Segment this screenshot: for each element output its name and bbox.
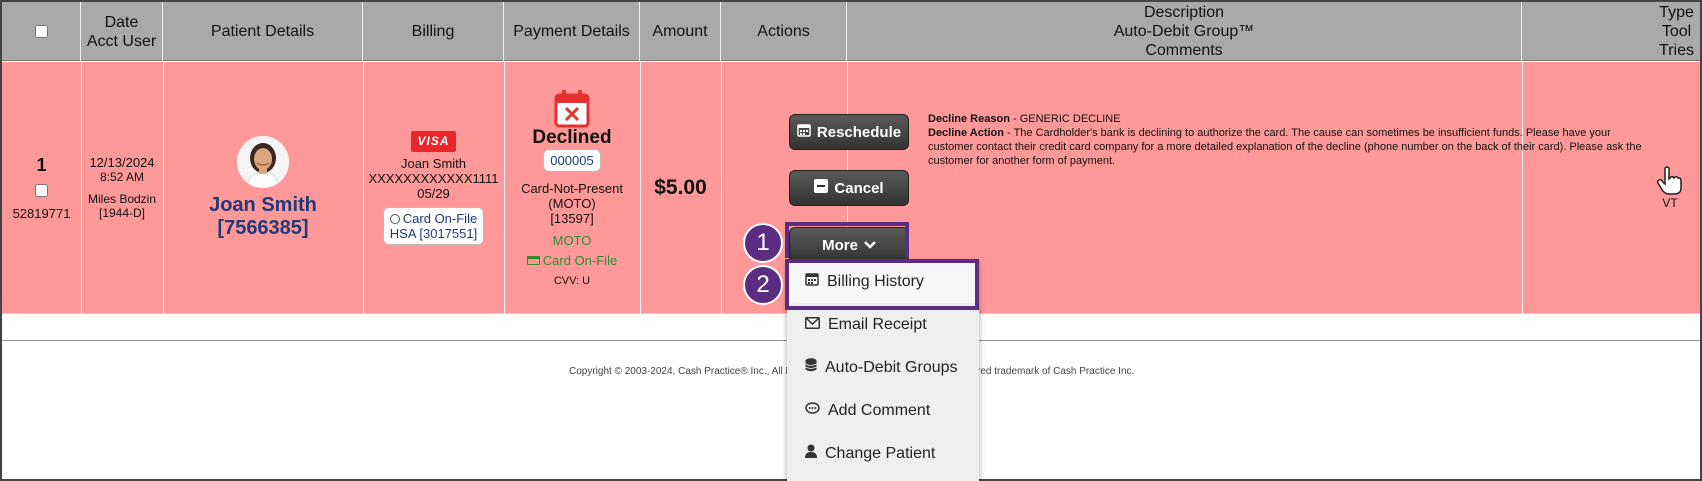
patient-cell: Joan Smith [7566385] xyxy=(163,62,363,314)
declined-calendar-icon xyxy=(554,89,590,127)
header-description: Description Auto-Debit Group™ Comments xyxy=(847,2,1522,61)
decline-action-value: - The Cardholder's bank is declining to … xyxy=(928,127,1642,167)
card-number: XXXXXXXXXXXX1111 xyxy=(368,171,499,186)
comment-icon xyxy=(805,401,820,420)
payment-method-line2: (MOTO) xyxy=(548,195,596,211)
payment-method-line1: Card-Not-Present xyxy=(521,180,623,196)
row-select-cell: 1 52819771 xyxy=(2,62,81,314)
decline-description: Decline Reason - GENERIC DECLINE Decline… xyxy=(928,112,1656,168)
card-on-file-status-label: Card On-File xyxy=(542,252,618,268)
billing-history-highlight xyxy=(785,259,979,310)
header-payment: Payment Details xyxy=(504,2,640,61)
more-button-highlight xyxy=(785,222,909,258)
transaction-time: 8:52 AM xyxy=(99,170,145,184)
header-date: Date Acct User xyxy=(81,2,163,61)
reschedule-label: Reschedule xyxy=(816,123,902,141)
cardholder-name: Joan Smith xyxy=(400,156,467,171)
patient-photo-icon xyxy=(237,136,289,188)
header-actions: Actions xyxy=(721,2,847,61)
header-amount: Amount xyxy=(640,2,721,61)
add-comment-label: Add Comment xyxy=(828,401,931,419)
type-cell: VT xyxy=(1640,62,1700,314)
calendar-icon xyxy=(797,123,811,141)
visa-card-icon: VISA xyxy=(411,131,456,152)
header-patient: Patient Details xyxy=(163,2,363,61)
header-type: Type Tool Tries xyxy=(1522,2,1700,61)
account-user-code: [1944-D] xyxy=(98,206,146,220)
callout-number-1: 1 xyxy=(743,223,783,263)
date-user-cell: 12/13/2024 8:52 AM Miles Bodzin [1944-D] xyxy=(81,62,163,314)
decline-reason-value: - GENERIC DECLINE xyxy=(1009,113,1121,125)
header-select-all xyxy=(2,2,81,61)
patient-avatar[interactable] xyxy=(237,136,289,188)
menu-item-change-patient[interactable]: Change Patient xyxy=(787,432,979,475)
header-date-line2: Acct User xyxy=(86,32,157,50)
table-header: Date Acct User Patient Details Billing P… xyxy=(2,2,1700,61)
callout-number-2: 2 xyxy=(743,265,783,305)
header-desc-line3: Comments xyxy=(1145,42,1223,59)
copyright-text-left: Copyright © 2003-2024, Cash Practice® In… xyxy=(569,366,793,377)
payment-status: Declined xyxy=(532,126,612,148)
header-billing: Billing xyxy=(363,2,504,61)
header-type-line3: Tries xyxy=(1659,42,1694,59)
header-type-line2: Tool xyxy=(1661,23,1692,40)
select-all-checkbox[interactable] xyxy=(34,25,48,38)
payment-method-line3: [13597] xyxy=(550,210,594,226)
transaction-date: 12/13/2024 xyxy=(89,155,155,170)
column-divider xyxy=(1522,62,1523,314)
envelope-icon xyxy=(805,316,820,334)
billing-cell: VISA Joan Smith XXXXXXXXXXXX1111 05/29 C… xyxy=(363,62,504,314)
amount-value: $5.00 xyxy=(654,176,707,199)
card-expiry: 05/29 xyxy=(417,186,450,201)
moto-label: MOTO xyxy=(552,232,592,248)
header-desc-line2: Auto-Debit Group™ xyxy=(1113,23,1255,40)
row-index: 1 xyxy=(36,155,47,175)
lock-icon xyxy=(389,213,400,224)
transaction-type: VT xyxy=(1662,196,1678,210)
menu-item-add-comment[interactable]: Add Comment xyxy=(787,389,979,432)
card-on-file-label: Card On-File xyxy=(402,211,478,226)
credit-card-icon xyxy=(526,255,540,265)
cvv-result: CVV: U xyxy=(553,274,591,287)
amount-cell: $5.00 xyxy=(640,62,721,314)
change-patient-label: Change Patient xyxy=(825,444,936,462)
hsa-label: HSA [3017551] xyxy=(389,226,478,241)
database-icon xyxy=(805,358,817,377)
user-icon xyxy=(805,444,817,463)
header-type-line1: Type xyxy=(1659,4,1694,21)
decline-reason-label: Decline Reason xyxy=(928,113,1010,125)
pointing-hand-icon xyxy=(1656,166,1682,195)
menu-item-auto-debit-groups[interactable]: Auto-Debit Groups xyxy=(787,346,979,389)
patient-name-link[interactable]: Joan Smith [7566385] xyxy=(163,194,363,240)
card-on-file-badge[interactable]: Card On-File HSA [3017551] xyxy=(382,207,485,245)
email-receipt-label: Email Receipt xyxy=(828,315,927,333)
copyright-text-right: red trademark of Cash Practice Inc. xyxy=(977,366,1135,377)
decline-code-badge[interactable]: 000005 xyxy=(543,148,601,172)
row-checkbox[interactable] xyxy=(35,184,48,197)
transaction-id: 52819771 xyxy=(12,206,71,221)
reschedule-button[interactable]: Reschedule xyxy=(789,114,909,150)
minus-square-icon xyxy=(814,179,829,197)
header-date-line1: Date xyxy=(104,13,139,31)
cancel-label: Cancel xyxy=(834,179,884,197)
column-divider xyxy=(721,62,722,314)
decline-action-label: Decline Action xyxy=(928,127,1004,139)
card-on-file-status: Card On-File xyxy=(526,252,618,268)
account-user: Miles Bodzin xyxy=(87,192,157,206)
header-desc-line1: Description xyxy=(1143,4,1224,21)
cancel-button[interactable]: Cancel xyxy=(789,170,909,206)
auto-debit-groups-label: Auto-Debit Groups xyxy=(825,358,958,376)
card-brand-label: VISA xyxy=(417,134,450,148)
payment-cell: Declined 000005 Card-Not-Present (MOTO) … xyxy=(504,62,640,314)
